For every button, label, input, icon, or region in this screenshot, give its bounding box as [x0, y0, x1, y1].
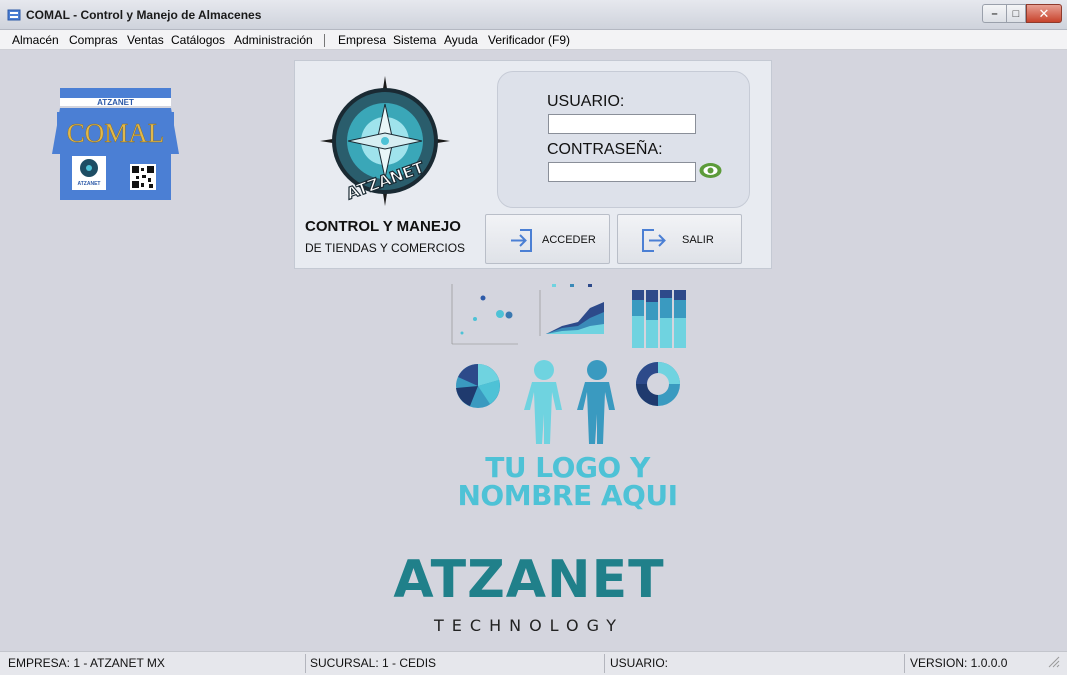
- menu-bar: Almacén Compras Ventas Catálogos Adminis…: [0, 30, 1067, 50]
- status-bar: EMPRESA: 1 - ATZANET MX SUCURSAL: 1 - CE…: [0, 651, 1067, 675]
- user-input[interactable]: [548, 114, 696, 134]
- access-button[interactable]: ACCEDER: [485, 214, 610, 264]
- password-input[interactable]: [548, 162, 696, 182]
- maximize-button[interactable]: □: [1006, 4, 1026, 23]
- placeholder-line-1: TU LOGO Y: [485, 451, 650, 484]
- comal-store-logo: ATZANET COMAL ATZANET: [52, 88, 179, 200]
- exit-button[interactable]: SALIR: [617, 214, 742, 264]
- menu-almacen[interactable]: Almacén: [12, 33, 59, 47]
- placeholder-line-2: NOMBRE AQUI: [457, 479, 678, 512]
- menu-separator: [324, 34, 325, 47]
- title-bar[interactable]: COMAL - Control y Manejo de Almacenes – …: [0, 0, 1067, 30]
- svg-text:COMAL: COMAL: [67, 118, 165, 148]
- menu-sistema[interactable]: Sistema: [393, 33, 436, 47]
- tagline-subtitle: DE TIENDAS Y COMERCIOS: [305, 241, 466, 255]
- window-title: COMAL - Control y Manejo de Almacenes: [26, 8, 262, 22]
- menu-catalogos[interactable]: Catálogos: [171, 33, 225, 47]
- close-button[interactable]: ✕: [1026, 4, 1062, 23]
- access-button-label: ACCEDER: [542, 234, 596, 246]
- maximize-icon: □: [1012, 7, 1020, 20]
- menu-verificador[interactable]: Verificador (F9): [488, 33, 570, 47]
- user-label: USUARIO:: [547, 93, 625, 110]
- area-thumbnail: [539, 284, 604, 336]
- status-sucursal: SUCURSAL: 1 - CEDIS: [307, 654, 605, 673]
- minimize-icon: –: [991, 7, 998, 20]
- minimize-button[interactable]: –: [982, 4, 1006, 23]
- resize-grip-icon[interactable]: [1046, 654, 1060, 668]
- status-empresa: EMPRESA: 1 - ATZANET MX: [5, 654, 306, 673]
- menu-administracion[interactable]: Administración: [234, 33, 313, 47]
- brand-name: ATZANET: [393, 550, 665, 610]
- app-icon: [7, 9, 21, 21]
- menu-ayuda[interactable]: Ayuda: [444, 33, 478, 47]
- donut-thumbnail: [636, 362, 680, 406]
- pie-thumbnail: [456, 364, 500, 408]
- menu-compras[interactable]: Compras: [69, 33, 118, 47]
- login-arrow-icon: [511, 229, 532, 252]
- status-usuario: USUARIO:: [607, 654, 905, 673]
- person-icon: [577, 360, 615, 444]
- close-icon: ✕: [1038, 5, 1050, 21]
- status-version: VERSION: 1.0.0.0: [910, 656, 1008, 670]
- eye-icon[interactable]: [699, 162, 722, 179]
- scatter-thumbnail: [451, 284, 518, 345]
- svg-text:ATZANET: ATZANET: [78, 181, 101, 187]
- stacked-bar-thumbnail: [632, 290, 686, 348]
- brand-subtitle: TECHNOLOGY: [434, 616, 624, 635]
- password-label: CONTRASEÑA:: [547, 141, 663, 158]
- atzanet-compass-emblem: ATZANET: [320, 76, 450, 206]
- placeholder-graphic: [451, 284, 686, 444]
- logout-arrow-icon: [642, 229, 666, 252]
- menu-empresa[interactable]: Empresa: [338, 33, 386, 47]
- credentials-box: [497, 71, 750, 208]
- placeholder-logo-text: TU LOGO Y NOMBRE AQUI: [415, 454, 720, 510]
- svg-text:ATZANET: ATZANET: [97, 98, 134, 107]
- exit-button-label: SALIR: [682, 234, 714, 246]
- menu-ventas[interactable]: Ventas: [127, 33, 164, 47]
- person-icon: [524, 360, 562, 444]
- tagline-title: CONTROL Y MANEJO: [305, 218, 461, 235]
